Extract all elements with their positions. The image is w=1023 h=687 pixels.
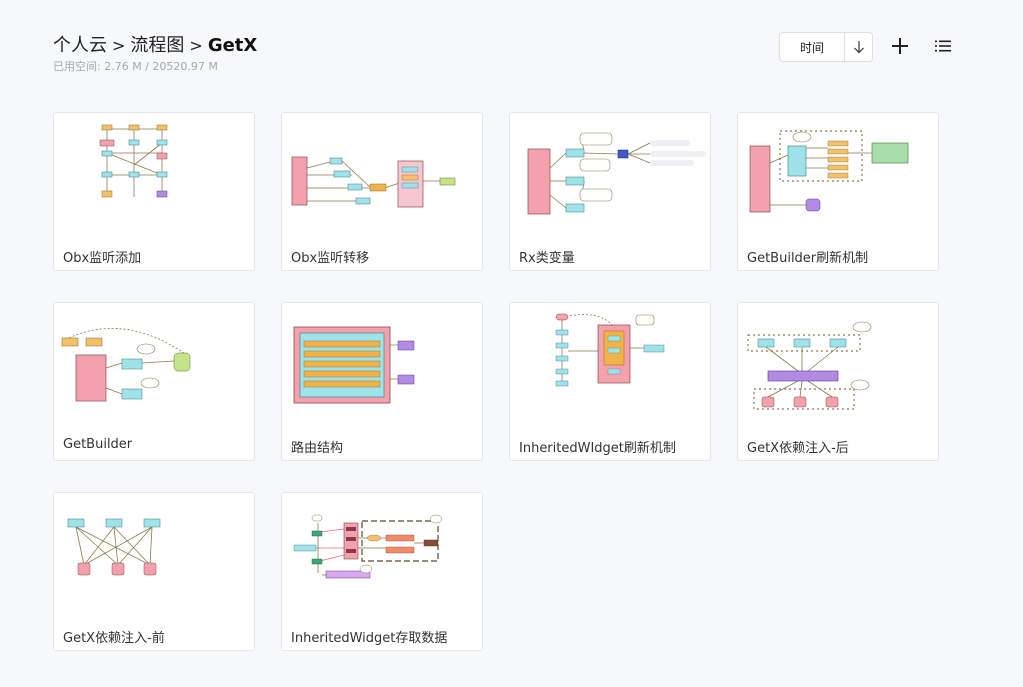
view-mode-button[interactable]: [931, 34, 955, 58]
storage-used: 2.76 M: [104, 60, 142, 73]
storage-total: 20520.97 M: [152, 60, 218, 73]
storage-divider: /: [145, 60, 149, 73]
flowchart-thumbnail: [99, 124, 168, 198]
list-view-icon: [935, 40, 951, 52]
flowchart-thumbnail: [747, 321, 872, 410]
file-card[interactable]: GetX依赖注入-后: [737, 302, 939, 461]
file-card[interactable]: GetX依赖注入-前: [53, 492, 255, 651]
file-title: Obx监听添加: [63, 251, 142, 266]
file-title: InheritedWIdget刷新机制: [519, 441, 676, 456]
sort-direction-button[interactable]: [845, 33, 872, 61]
storage-label: 已用空间:: [53, 60, 101, 73]
file-title: Rx类变量: [519, 251, 575, 266]
breadcrumb: 个人云 > 流程图 > GetX: [53, 35, 257, 57]
plus-icon: [892, 38, 908, 54]
flowchart-thumbnail: [293, 326, 415, 404]
flowchart-thumbnail: [293, 514, 443, 579]
file-card[interactable]: Obx监听添加: [53, 112, 255, 271]
file-card[interactable]: Obx监听转移: [281, 112, 483, 271]
file-card[interactable]: Rx类变量: [509, 112, 711, 271]
flowchart-thumbnail: [749, 130, 909, 213]
sort-control: 时间: [779, 32, 873, 62]
file-card[interactable]: GetBuilder: [53, 302, 255, 461]
breadcrumb-item-personal-cloud[interactable]: 个人云: [53, 35, 107, 56]
flowchart-thumbnail: [555, 313, 665, 387]
file-title: GetBuilder刷新机制: [747, 251, 869, 266]
file-title: Obx监听转移: [291, 251, 370, 266]
breadcrumb-separator: >: [112, 36, 126, 55]
file-title: 路由结构: [291, 441, 344, 456]
flowchart-thumbnail: [291, 156, 456, 208]
flowchart-thumbnail: [67, 518, 161, 576]
file-card[interactable]: GetBuilder刷新机制: [737, 112, 939, 271]
flowchart-thumbnail: [527, 132, 706, 215]
flowchart-thumbnail: [61, 328, 191, 402]
breadcrumb-item-flowchart[interactable]: 流程图: [130, 35, 184, 56]
file-title: GetBuilder: [63, 437, 133, 452]
file-title: GetX依赖注入-后: [747, 441, 849, 456]
file-title: InheritedWidget存取数据: [291, 631, 448, 646]
page-title: GetX: [207, 35, 258, 56]
arrow-down-icon: [853, 41, 864, 54]
add-button[interactable]: [888, 34, 912, 58]
file-card[interactable]: InheritedWIdget刷新机制: [509, 302, 711, 461]
storage-usage: 已用空间: 2.76 M / 20520.97 M: [53, 58, 218, 74]
sort-by-time-button[interactable]: 时间: [780, 33, 845, 61]
file-card[interactable]: 路由结构: [281, 302, 483, 461]
breadcrumb-separator: >: [189, 36, 203, 55]
file-title: GetX依赖注入-前: [63, 631, 165, 646]
file-card[interactable]: InheritedWidget存取数据: [281, 492, 483, 651]
